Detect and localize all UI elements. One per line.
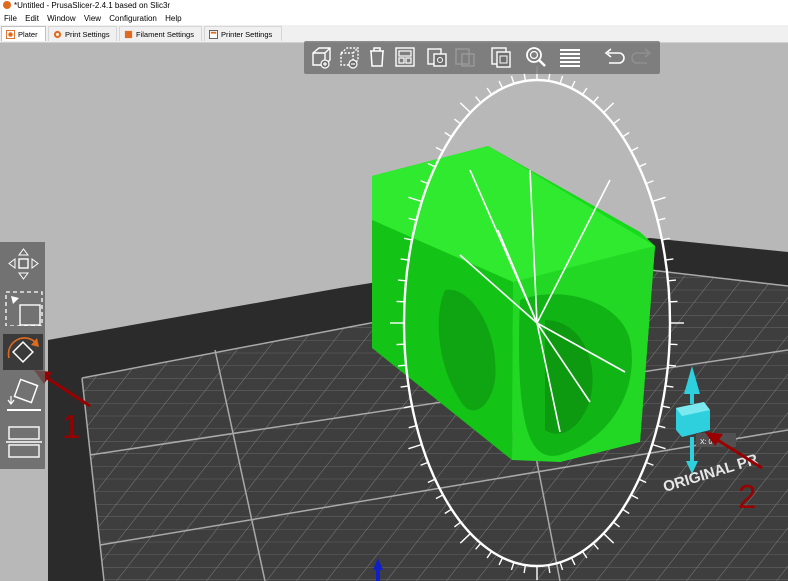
- menu-help[interactable]: Help: [165, 14, 181, 23]
- tab-printer-settings-label: Printer Settings: [221, 30, 273, 39]
- rotate-gizmo-tick: [547, 72, 551, 82]
- rotate-gizmo-tick: [592, 96, 599, 104]
- top-toolbar: [304, 41, 660, 74]
- rotate-gizmo-tick: [453, 118, 462, 125]
- rotate-gizmo-tick: [435, 146, 444, 152]
- tab-filament-settings-label: Filament Settings: [136, 30, 194, 39]
- annotation-number-2: 2: [738, 478, 757, 515]
- tab-print-settings-label: Print Settings: [65, 30, 110, 39]
- menu-configuration[interactable]: Configuration: [109, 14, 157, 23]
- printer-settings-icon: [209, 30, 218, 39]
- undo-icon[interactable]: [601, 44, 627, 70]
- rotate-gizmo-tick: [667, 364, 677, 367]
- rotate-gizmo-tick: [630, 146, 639, 152]
- rotate-icon[interactable]: [3, 334, 43, 370]
- rotate-gizmo-tick: [475, 96, 482, 104]
- arrange-icon[interactable]: [392, 44, 418, 70]
- rotate-gizmo-tick: [486, 87, 493, 96]
- tab-filament-settings[interactable]: Filament Settings: [119, 26, 202, 41]
- cut-icon[interactable]: [3, 424, 43, 460]
- add-instance-icon[interactable]: [488, 44, 514, 70]
- print-settings-icon: [53, 30, 62, 39]
- paste-icon[interactable]: [452, 44, 478, 70]
- plater-icon: [6, 30, 15, 39]
- rotate-gizmo-tick: [661, 237, 670, 241]
- menu-bar: File Edit Window View Configuration Help: [0, 12, 788, 25]
- menu-window[interactable]: Window: [47, 14, 75, 23]
- 3d-viewport[interactable]: ORIGINAL PR X: 0..: [0, 43, 788, 581]
- add-icon[interactable]: [308, 44, 334, 70]
- rotate-gizmo-tick: [667, 279, 677, 282]
- search-icon[interactable]: [523, 44, 549, 70]
- tab-plater[interactable]: Plater: [1, 26, 46, 41]
- layers-editing-icon[interactable]: [557, 44, 583, 70]
- rotate-gizmo-tick: [510, 75, 515, 84]
- rotate-gizmo-tick: [638, 162, 647, 168]
- left-toolbar: [0, 242, 45, 469]
- annotation-number-1: 1: [62, 408, 81, 445]
- tab-printer-settings[interactable]: Printer Settings: [204, 26, 282, 41]
- tab-plater-label: Plater: [18, 30, 38, 39]
- menu-edit[interactable]: Edit: [25, 14, 39, 23]
- rotate-gizmo-tick: [622, 131, 630, 138]
- rotate-gizmo-tick: [570, 80, 576, 89]
- scale-icon[interactable]: [3, 290, 43, 326]
- delete-all-icon[interactable]: [364, 44, 390, 70]
- rotate-gizmo-tick: [612, 118, 621, 125]
- place-on-face-icon[interactable]: [3, 378, 43, 414]
- menu-file[interactable]: File: [4, 14, 17, 23]
- rotate-gizmo-tick: [444, 131, 452, 138]
- rotate-gizmo-tick: [397, 279, 407, 282]
- prusaslicer-logo-icon: [3, 1, 11, 9]
- filament-settings-icon: [124, 30, 133, 39]
- title-bar: *Untitled - PrusaSlicer-2.4.1 based on S…: [0, 0, 788, 12]
- delete-icon[interactable]: [336, 44, 362, 70]
- window-title: *Untitled - PrusaSlicer-2.4.1 based on S…: [14, 1, 171, 10]
- rotate-gizmo-tick: [581, 87, 588, 96]
- rotate-gizmo-tick: [603, 102, 615, 114]
- tab-print-settings[interactable]: Print Settings: [48, 26, 117, 41]
- move-icon[interactable]: [3, 246, 43, 282]
- rotate-gizmo-tick: [459, 102, 471, 114]
- redo-icon[interactable]: [629, 44, 655, 70]
- scene-canvas[interactable]: ORIGINAL PR X: 0..: [0, 43, 788, 581]
- rotate-gizmo-tick: [559, 75, 564, 84]
- rotate-gizmo-tick: [645, 180, 654, 185]
- copy-icon[interactable]: [424, 44, 450, 70]
- rotate-gizmo-tick: [523, 72, 527, 82]
- menu-view[interactable]: View: [84, 14, 101, 23]
- rotate-gizmo-tick: [651, 196, 666, 203]
- rotate-gizmo-tick: [498, 80, 504, 89]
- rotate-gizmo-tick: [397, 364, 407, 367]
- rotate-gizmo-tick: [657, 217, 666, 221]
